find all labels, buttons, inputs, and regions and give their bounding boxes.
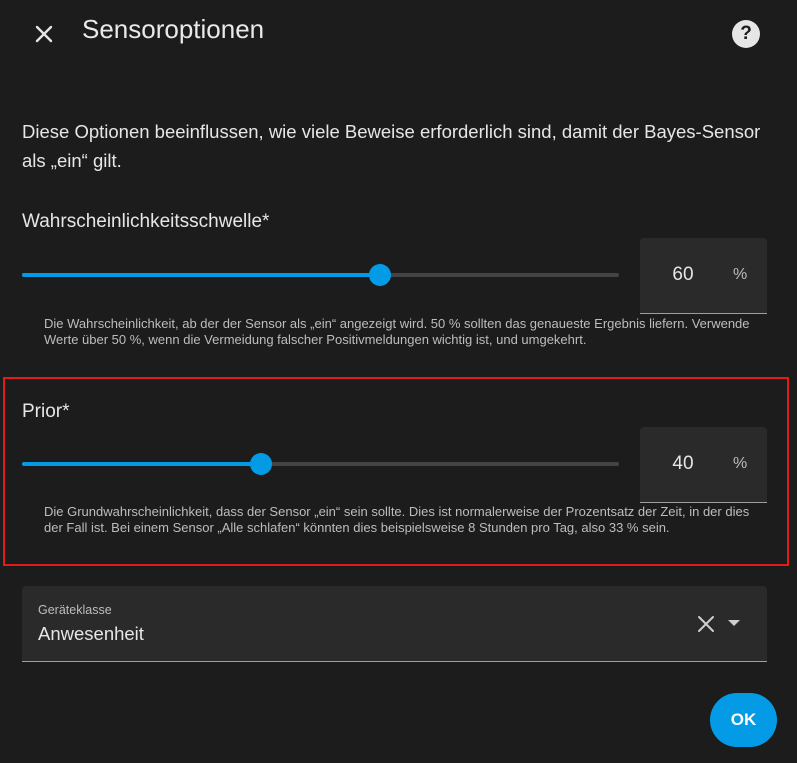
dialog-title: Sensoroptionen — [82, 14, 265, 44]
device-class-value: Anwesenheit — [38, 623, 144, 644]
dropdown-arrow-icon[interactable] — [728, 620, 740, 626]
prior-number-field: % — [640, 427, 767, 503]
prior-slider[interactable] — [22, 452, 619, 476]
clear-icon[interactable] — [696, 614, 716, 634]
slider-thumb[interactable] — [369, 264, 392, 286]
threshold-slider[interactable] — [22, 263, 619, 287]
threshold-helper-text: Die Wahrscheinlichkeit, ab der der Senso… — [44, 316, 750, 347]
dialog-header: Sensoroptionen ? — [0, 0, 797, 64]
slider-thumb[interactable] — [249, 453, 272, 475]
prior-label: Prior* — [22, 401, 70, 422]
device-class-label: Geräteklasse — [38, 603, 112, 617]
device-class-select[interactable]: Geräteklasse Anwesenheit — [22, 586, 767, 662]
slider-fill — [22, 462, 261, 466]
prior-helper-text: Die Grundwahrscheinlichkeit, dass der Se… — [44, 504, 750, 535]
prior-unit: % — [733, 455, 748, 472]
threshold-label: Wahrscheinlichkeitsschwelle* — [22, 211, 270, 232]
threshold-unit: % — [733, 266, 748, 283]
prior-input[interactable] — [640, 427, 720, 501]
threshold-input[interactable] — [640, 238, 720, 312]
close-icon[interactable] — [30, 20, 58, 48]
threshold-number-field: % — [640, 238, 767, 314]
question-mark-icon[interactable]: ? — [732, 20, 760, 48]
ok-button[interactable]: OK — [710, 693, 777, 747]
intro-text: Diese Optionen beeinflussen, wie viele B… — [22, 121, 761, 171]
slider-fill — [22, 273, 381, 277]
